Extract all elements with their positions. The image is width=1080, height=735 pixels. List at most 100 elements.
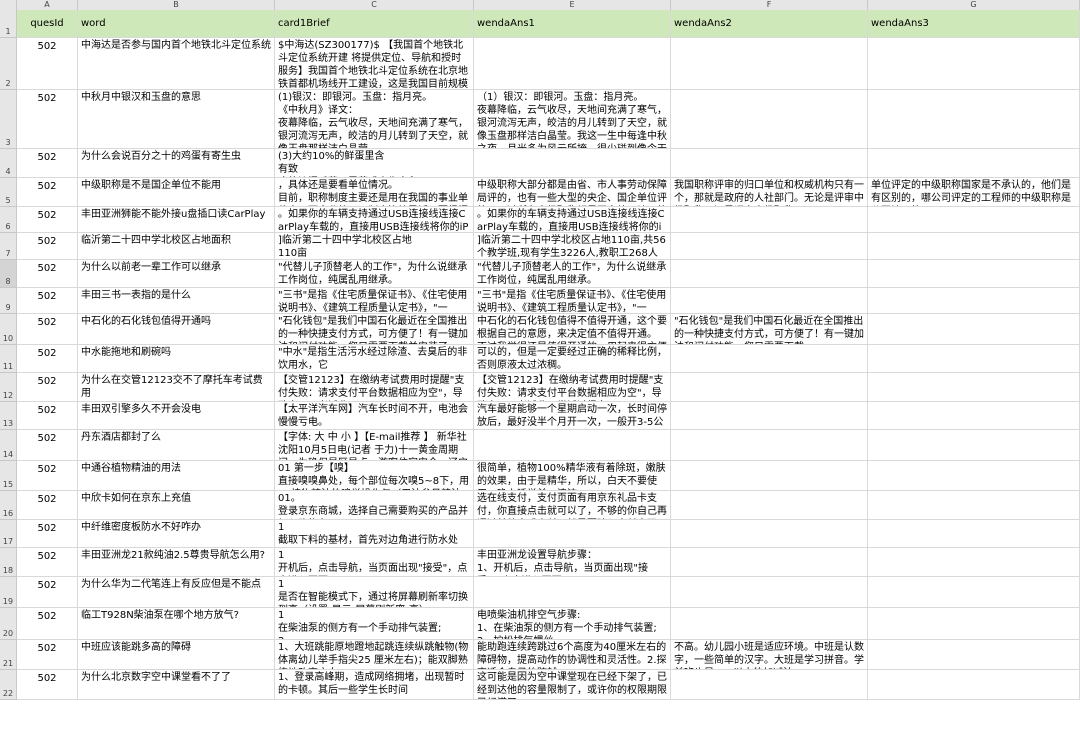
cell-wendaans2[interactable] — [671, 430, 868, 461]
cell-wendaans3[interactable] — [868, 640, 1080, 670]
cell-wendaans3[interactable] — [868, 38, 1080, 90]
cell-quesid[interactable]: 502 — [17, 577, 78, 608]
cell-wendaans2[interactable]: 我国职称评审的归口单位和权威机构只有一个，那就是政府的人社部门。无论是评审中级职… — [671, 178, 868, 207]
cell-card1brief[interactable]: "中水"是指生活污水经过除渣、去臭后的非饮用水，它 — [275, 345, 474, 373]
cell-card1brief[interactable]: (1)银汉：即银河。玉盘：指月亮。 《中秋月》译文： 夜幕降临，云气收尽，天地间… — [275, 90, 474, 149]
row-number[interactable]: 13 — [0, 402, 17, 430]
cell-wendaans1[interactable]: 选在线支付，支付页面有用京东礼品卡支付，你直接点击就可以了，不够的你自己再通过其… — [474, 491, 671, 520]
header-cell-wendaans3[interactable]: wendaAns3 — [868, 10, 1080, 38]
cell-wendaans2[interactable] — [671, 260, 868, 288]
row-number[interactable]: 21 — [0, 640, 17, 670]
cell-wendaans1[interactable]: 丰田亚洲龙设置导航步骤： 1、开机后，点击导航，当页面出现"接受"，点击进入页面 — [474, 548, 671, 577]
cell-wendaans3[interactable] — [868, 491, 1080, 520]
cell-quesid[interactable]: 502 — [17, 149, 78, 178]
cell-word[interactable]: 中秋月中银汉和玉盘的意思 — [78, 90, 275, 149]
cell-wendaans1[interactable]: 中石化的石化钱包值得不值得开通，这个要根据自己的意愿，来决定值不值得开通。 不过… — [474, 314, 671, 345]
header-cell-wendaans1[interactable]: wendaAns1 — [474, 10, 671, 38]
cell-wendaans3[interactable] — [868, 233, 1080, 260]
cell-word[interactable]: 中石化的石化钱包值得开通吗 — [78, 314, 275, 345]
cell-wendaans1[interactable]: 中级职称大部分都是由省、市人事劳动保障局评的，也有一些大型的央企、国企单位评的。… — [474, 178, 671, 207]
column-header-f[interactable]: F — [671, 0, 868, 10]
cell-wendaans1[interactable] — [474, 520, 671, 548]
cell-word[interactable]: 丰田亚洲狮能不能外接u盘插口读CarPlay — [78, 207, 275, 233]
cell-wendaans1[interactable]: 可以的，但是一定要经过正确的稀释比例，否则原液太过浓稠。 — [474, 345, 671, 373]
cell-word[interactable]: 中班应该能跳多高的障碍 — [78, 640, 275, 670]
row-number[interactable]: 19 — [0, 577, 17, 608]
row-number[interactable]: 12 — [0, 373, 17, 402]
cell-quesid[interactable]: 502 — [17, 670, 78, 700]
cell-wendaans2[interactable]: "石化钱包"是我们中国石化最近在全国推出的一种快捷支付方式，可方便了！有一键加油… — [671, 314, 868, 345]
cell-wendaans3[interactable] — [868, 402, 1080, 430]
cell-wendaans2[interactable] — [671, 520, 868, 548]
row-number[interactable]: 7 — [0, 233, 17, 260]
cell-word[interactable]: 丰田三书一表指的是什么 — [78, 288, 275, 314]
cell-wendaans2[interactable] — [671, 207, 868, 233]
cell-word[interactable]: 中欣卡如何在京东上充值 — [78, 491, 275, 520]
cell-card1brief[interactable]: ]临沂第二十四中学北校区占地 110亩 ，共56个教学班，现有学生3226人，教… — [275, 233, 474, 260]
column-header-a[interactable]: A — [17, 0, 78, 10]
cell-wendaans2[interactable] — [671, 670, 868, 700]
cell-wendaans1[interactable]: 这可能是因为空中课堂现在已经下架了，已经到达他的容量限制了，或许你的权限期限已经… — [474, 670, 671, 700]
cell-quesid[interactable]: 502 — [17, 90, 78, 149]
cell-word[interactable]: 为什么以前老一辈工作可以继承 — [78, 260, 275, 288]
cell-card1brief[interactable]: 1 开机后，点击导航，当页面出现"接受"，点击进入页面 — [275, 548, 474, 577]
cell-word[interactable]: 为什么北京数字空中课堂看不了了 — [78, 670, 275, 700]
cell-wendaans3[interactable] — [868, 90, 1080, 149]
cell-wendaans3[interactable] — [868, 314, 1080, 345]
cell-quesid[interactable]: 502 — [17, 207, 78, 233]
cell-quesid[interactable]: 502 — [17, 373, 78, 402]
header-cell-word[interactable]: word — [78, 10, 275, 38]
cell-word[interactable]: 临沂第二十四中学北校区占地面积 — [78, 233, 275, 260]
row-number[interactable]: 10 — [0, 314, 17, 345]
cell-wendaans1[interactable] — [474, 430, 671, 461]
cell-wendaans1[interactable]: 很简单，植物100%精华液有着除斑，嫩肤的效果，由于是精华，所以，白天不要使用，… — [474, 461, 671, 491]
header-cell-card1brief[interactable]: card1Brief — [275, 10, 474, 38]
cell-wendaans3[interactable] — [868, 149, 1080, 178]
cell-card1brief[interactable]: 1、大班跳能原地蹬地起跳连续纵跳触物(物体离幼儿举手指尖25 厘米左右)；能双脚… — [275, 640, 474, 670]
cell-wendaans3[interactable] — [868, 260, 1080, 288]
row-number[interactable]: 5 — [0, 178, 17, 207]
cell-quesid[interactable]: 502 — [17, 38, 78, 90]
cell-wendaans2[interactable] — [671, 608, 868, 640]
cell-wendaans3[interactable] — [868, 430, 1080, 461]
cell-word[interactable]: 丹东酒店都封了么 — [78, 430, 275, 461]
cell-quesid[interactable]: 502 — [17, 430, 78, 461]
cell-wendaans2[interactable] — [671, 491, 868, 520]
cell-word[interactable]: 中通谷植物精油的用法 — [78, 461, 275, 491]
cell-wendaans1[interactable]: 。如果你的车辆支持通过USB连接线连接CarPlay车载的，直接用USB连接线将… — [474, 207, 671, 233]
cell-wendaans1[interactable]: "代替儿子顶替老人的工作"，为什么说继承工作岗位，纯属乱用继承。 现在由于国家政… — [474, 260, 671, 288]
cell-word[interactable]: 为什么会说百分之十的鸡蛋有寄生虫 — [78, 149, 275, 178]
row-number[interactable]: 14 — [0, 430, 17, 461]
cell-card1brief[interactable]: "代替儿子顶替老人的工作"，为什么说继承工作岗位，纯属乱用继承。 现在由于国家政… — [275, 260, 474, 288]
cell-word[interactable]: 中水能拖地和刷碗吗 — [78, 345, 275, 373]
cell-word[interactable]: 丰田双引擎多久不开会没电 — [78, 402, 275, 430]
row-number[interactable]: 18 — [0, 548, 17, 577]
column-header-g[interactable]: G — [868, 0, 1080, 10]
row-number[interactable]: 11 — [0, 345, 17, 373]
cell-wendaans1[interactable] — [474, 149, 671, 178]
row-number[interactable]: 1 — [0, 10, 17, 38]
cell-card1brief[interactable]: 【太平洋汽车网】汽车长时间不开，电池会慢慢亏电。 一个月 — [275, 402, 474, 430]
row-number[interactable]: 4 — [0, 149, 17, 178]
row-number[interactable]: 3 — [0, 90, 17, 149]
row-number[interactable]: 2 — [0, 38, 17, 90]
cell-quesid[interactable]: 502 — [17, 608, 78, 640]
cell-card1brief[interactable]: 1 截取下料的基材，首先对边角进行防水处理：刷涂封边 — [275, 520, 474, 548]
cell-wendaans2[interactable] — [671, 233, 868, 260]
cell-word[interactable]: 中纤维密度板防水不好咋办 — [78, 520, 275, 548]
row-number[interactable]: 9 — [0, 288, 17, 314]
row-number[interactable]: 17 — [0, 520, 17, 548]
cell-quesid[interactable]: 502 — [17, 288, 78, 314]
cell-quesid[interactable]: 502 — [17, 640, 78, 670]
cell-card1brief[interactable]: 01。 登录京东商城，选择自己需要购买的产品并加入购物车 — [275, 491, 474, 520]
cell-wendaans3[interactable] — [868, 373, 1080, 402]
cell-wendaans2[interactable] — [671, 373, 868, 402]
cell-card1brief[interactable]: "石化钱包"是我们中国石化最近在全国推出的一种快捷支付方式，可方便了！有一键加油… — [275, 314, 474, 345]
cell-card1brief[interactable]: 1 在柴油泵的侧方有一个手动排气装置; 2 — [275, 608, 474, 640]
row-number[interactable]: 16 — [0, 491, 17, 520]
row-number[interactable]: 6 — [0, 207, 17, 233]
cell-wendaans2[interactable] — [671, 548, 868, 577]
cell-wendaans3[interactable] — [868, 548, 1080, 577]
cell-card1brief[interactable]: (3)大约10%的鲜蛋里含 有致 病的沙门氏菌、霉菌或寄生虫卵 — [275, 149, 474, 178]
cell-wendaans3[interactable] — [868, 288, 1080, 314]
